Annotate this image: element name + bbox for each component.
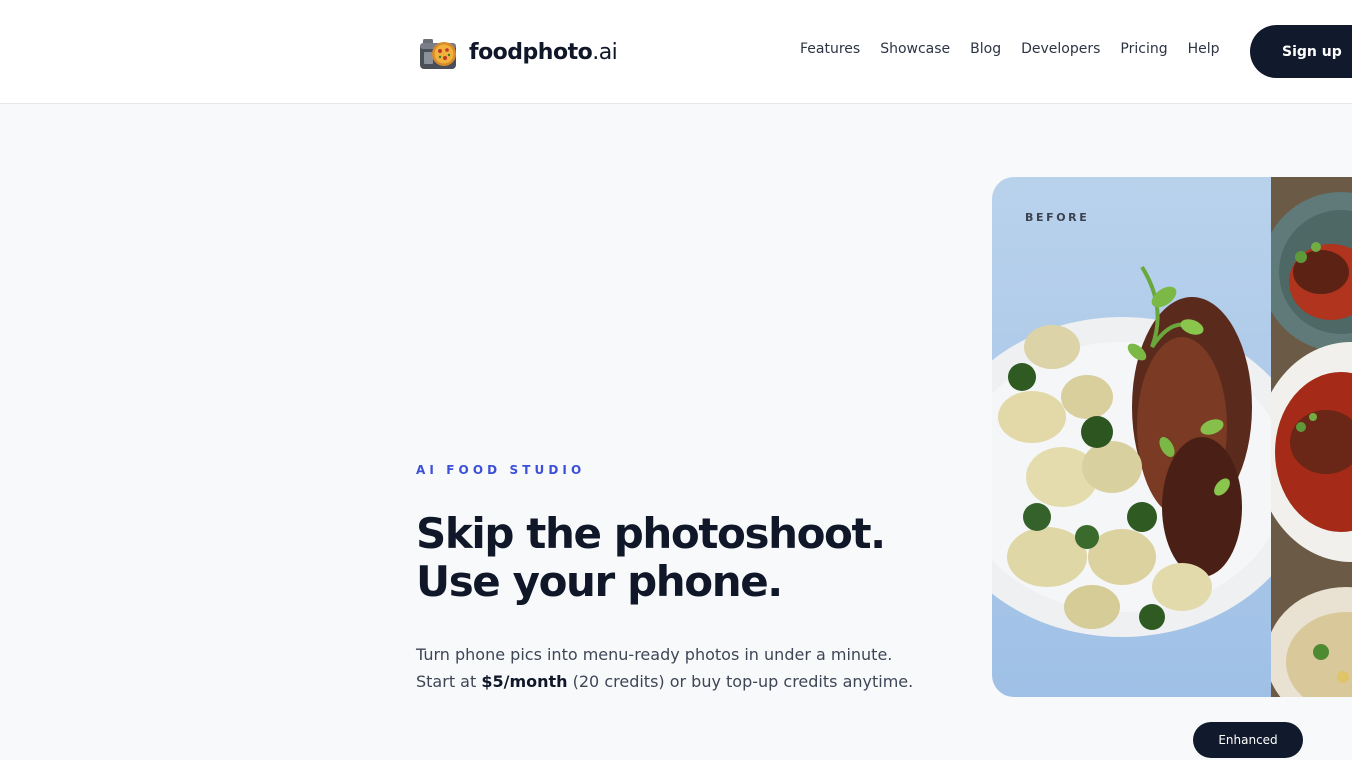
main-nav: Features Showcase Blog Developers Pricin…: [800, 41, 1240, 57]
enhanced-food-photo: [1271, 177, 1352, 697]
before-after-showcase: BEFORE: [992, 177, 1352, 697]
nav-item-help[interactable]: Help: [1188, 41, 1220, 57]
hero-description: Turn phone pics into menu-ready photos i…: [416, 641, 916, 695]
hero-headline-line-2: Use your phone.: [416, 557, 783, 606]
camera-pizza-icon: [420, 39, 456, 69]
enhanced-badge: Enhanced: [1193, 722, 1303, 758]
signup-button[interactable]: Sign up: [1250, 25, 1352, 78]
hero-headline: Skip the photoshoot. Use your phone.: [416, 510, 956, 606]
before-food-photo: [992, 177, 1271, 697]
hero-eyebrow: AI FOOD STUDIO: [416, 463, 586, 477]
site-header: foodphoto.ai Features Showcase Blog Deve…: [0, 0, 1352, 104]
nav-item-features[interactable]: Features: [800, 41, 860, 57]
nav-item-pricing[interactable]: Pricing: [1120, 41, 1167, 57]
nav-item-developers[interactable]: Developers: [1021, 41, 1100, 57]
hero-headline-line-1: Skip the photoshoot.: [416, 509, 886, 558]
hero-description-text-end: (20 credits) or buy top-up credits anyti…: [567, 672, 914, 691]
brand-name: foodphoto.ai: [469, 39, 618, 65]
brand-logo-link[interactable]: foodphoto.ai: [419, 33, 618, 71]
nav-item-blog[interactable]: Blog: [970, 41, 1001, 57]
hero-price: $5/month: [481, 672, 568, 691]
nav-item-showcase[interactable]: Showcase: [880, 41, 950, 57]
before-label: BEFORE: [1025, 211, 1090, 224]
